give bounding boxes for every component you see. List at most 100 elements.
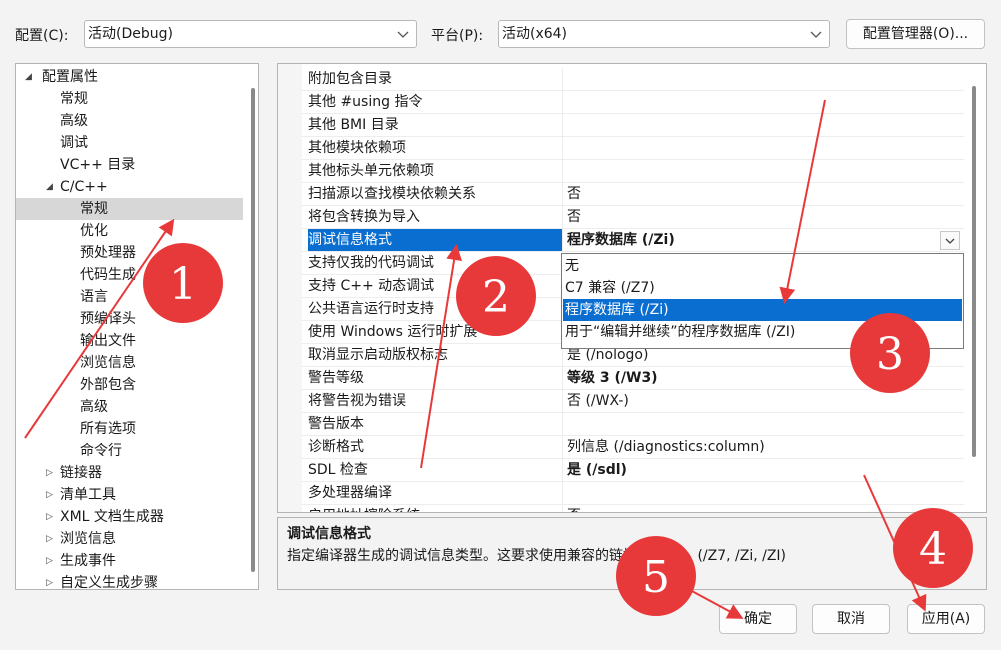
tree-item[interactable]: 语言 — [16, 286, 243, 308]
property-value: 否 (/WX-) — [567, 393, 629, 409]
property-row[interactable]: 警告版本 — [302, 413, 964, 436]
tree-item[interactable]: 命令行 — [16, 440, 243, 462]
tree-item[interactable]: ▷ 浏览信息 — [16, 528, 243, 550]
tree-item[interactable]: ▷ 链接器 — [16, 462, 243, 484]
property-row[interactable]: 其他标头单元依赖项 — [302, 160, 964, 183]
collapsed-triangle-icon[interactable]: ▷ — [46, 528, 53, 550]
property-value — [567, 114, 962, 136]
ok-button[interactable]: 确定 — [719, 604, 797, 634]
tree-item[interactable]: 优化 — [16, 220, 243, 242]
property-row[interactable]: 多处理器编译 — [302, 482, 964, 505]
tree-item[interactable]: ◢ C/C++ — [16, 176, 243, 198]
tree-item[interactable]: 常规 — [16, 88, 243, 110]
property-name: 附加包含目录 — [308, 71, 392, 87]
platform-combo[interactable]: 活动(x64) — [498, 20, 830, 48]
tree-item-label: 输出文件 — [80, 333, 136, 349]
collapsed-triangle-icon[interactable]: ▷ — [46, 462, 53, 484]
tree-item[interactable]: ▷ 清单工具 — [16, 484, 243, 506]
collapsed-triangle-icon[interactable]: ▷ — [46, 572, 53, 589]
tree-item-label: 高级 — [80, 399, 108, 415]
tree-item-label: 预编译头 — [80, 311, 136, 327]
property-row[interactable]: SDL 检查 是 (/sdl) — [302, 459, 964, 482]
tree-item[interactable]: ▷ 生成事件 — [16, 550, 243, 572]
tree-item[interactable]: 外部包含 — [16, 374, 243, 396]
tree-item[interactable]: 预处理器 — [16, 242, 243, 264]
property-value[interactable]: 程序数据库 (/Zi) — [567, 229, 962, 251]
property-name: 取消显示启动版权标志 — [308, 347, 448, 363]
tree-item[interactable]: 所有选项 — [16, 418, 243, 440]
tree-item-label: 常规 — [80, 201, 108, 217]
tree-item-label: 浏览信息 — [60, 531, 116, 547]
tree-item[interactable]: VC++ 目录 — [16, 154, 243, 176]
collapsed-triangle-icon[interactable]: ▷ — [46, 484, 53, 506]
property-name: 其他标头单元依赖项 — [308, 163, 434, 179]
cancel-button[interactable]: 取消 — [812, 604, 890, 634]
property-row[interactable]: 其他 BMI 目录 — [302, 114, 964, 137]
property-name: 公共语言运行时支持 — [308, 301, 434, 317]
apply-button[interactable]: 应用(A) — [907, 604, 985, 634]
column-divider — [562, 91, 563, 113]
grid-margin — [278, 64, 302, 512]
debug-format-dropdown-list: 无 C7 兼容 (/Z7) 程序数据库 (/Zi) 用于“编辑并继续”的程序数据库 (… — [561, 253, 964, 349]
column-divider — [562, 160, 563, 182]
property-row[interactable]: 警告等级 等级 3 (/W3) — [302, 367, 964, 390]
property-name: 诊断格式 — [308, 439, 364, 455]
tree-item-label: 浏览信息 — [80, 355, 136, 371]
property-name: 多处理器编译 — [308, 485, 392, 501]
tree-scrollbar[interactable] — [251, 88, 255, 572]
column-divider — [562, 413, 563, 435]
property-value: 列信息 (/diagnostics:column) — [567, 439, 765, 455]
config-combo-value: 活动(Debug) — [88, 26, 173, 42]
tree-item[interactable]: 输出文件 — [16, 330, 243, 352]
tree-item[interactable]: 高级 — [16, 110, 243, 132]
property-value: 否 — [567, 505, 962, 512]
property-row[interactable]: 将包含转换为导入 否 — [302, 206, 964, 229]
config-combo[interactable]: 活动(Debug) — [84, 20, 417, 48]
property-row[interactable]: 调试信息格式 程序数据库 (/Zi) — [302, 229, 964, 252]
dropdown-option[interactable]: 无 — [563, 255, 962, 277]
property-row[interactable]: 其他 #using 指令 — [302, 91, 964, 114]
property-value: 否 — [567, 186, 581, 202]
dropdown-option[interactable]: 用于“编辑并继续”的程序数据库 (/ZI) — [563, 321, 962, 343]
expanded-triangle-icon[interactable]: ◢ — [25, 66, 32, 88]
tree-item[interactable]: ▷ XML 文档生成器 — [16, 506, 243, 528]
tree-item-label: 优化 — [80, 223, 108, 239]
chevron-down-icon — [945, 238, 955, 244]
tree-item[interactable]: 常规 — [16, 198, 243, 220]
property-row[interactable]: 诊断格式 列信息 (/diagnostics:column) — [302, 436, 964, 459]
property-name: 支持仅我的代码调试 — [308, 255, 434, 271]
collapsed-triangle-icon[interactable]: ▷ — [46, 506, 53, 528]
property-row[interactable]: 附加包含目录 — [302, 68, 964, 91]
column-divider — [562, 367, 563, 389]
property-name: 其他 BMI 目录 — [308, 117, 399, 133]
column-divider — [562, 482, 563, 504]
expanded-triangle-icon[interactable]: ◢ — [46, 176, 53, 198]
property-row[interactable]: 扫描源以查找模块依赖关系 否 — [302, 183, 964, 206]
property-name: 警告等级 — [308, 370, 364, 386]
config-manager-button[interactable]: 配置管理器(O)... — [846, 19, 985, 49]
property-value — [567, 91, 962, 113]
tree-item[interactable]: 调试 — [16, 132, 243, 154]
grid-scrollbar[interactable] — [972, 86, 976, 457]
collapsed-triangle-icon[interactable]: ▷ — [46, 550, 53, 572]
column-divider — [562, 459, 563, 481]
tree-item[interactable]: ◢ 配置属性 — [16, 66, 243, 88]
property-name: 其他模块依赖项 — [308, 140, 406, 156]
dropdown-option[interactable]: C7 兼容 (/Z7) — [563, 277, 962, 299]
tree-item[interactable]: 高级 — [16, 396, 243, 418]
property-row[interactable]: 将警告视为错误 否 (/WX-) — [302, 390, 964, 413]
property-row[interactable]: 其他模块依赖项 — [302, 137, 964, 160]
dropdown-option[interactable]: 程序数据库 (/Zi) — [563, 299, 962, 321]
tree-item-label: 高级 — [60, 113, 88, 129]
property-value: 是 (/sdl) — [567, 462, 627, 478]
tree-item[interactable]: 浏览信息 — [16, 352, 243, 374]
property-row[interactable]: 启用地址擦除系统否 — [302, 505, 964, 512]
tree-item-label: 生成事件 — [60, 553, 116, 569]
property-name: 支持 C++ 动态调试 — [308, 278, 435, 294]
property-pages-dialog: 配置(C): 活动(Debug) 平台(P): 活动(x64) 配置管理器(O)… — [0, 0, 1001, 650]
tree-item[interactable]: 代码生成 — [16, 264, 243, 286]
tree-item[interactable]: 预编译头 — [16, 308, 243, 330]
value-dropdown-button[interactable] — [940, 231, 960, 250]
tree-item[interactable]: ▷ 自定义生成步骤 — [16, 572, 243, 589]
platform-combo-value: 活动(x64) — [502, 26, 568, 42]
